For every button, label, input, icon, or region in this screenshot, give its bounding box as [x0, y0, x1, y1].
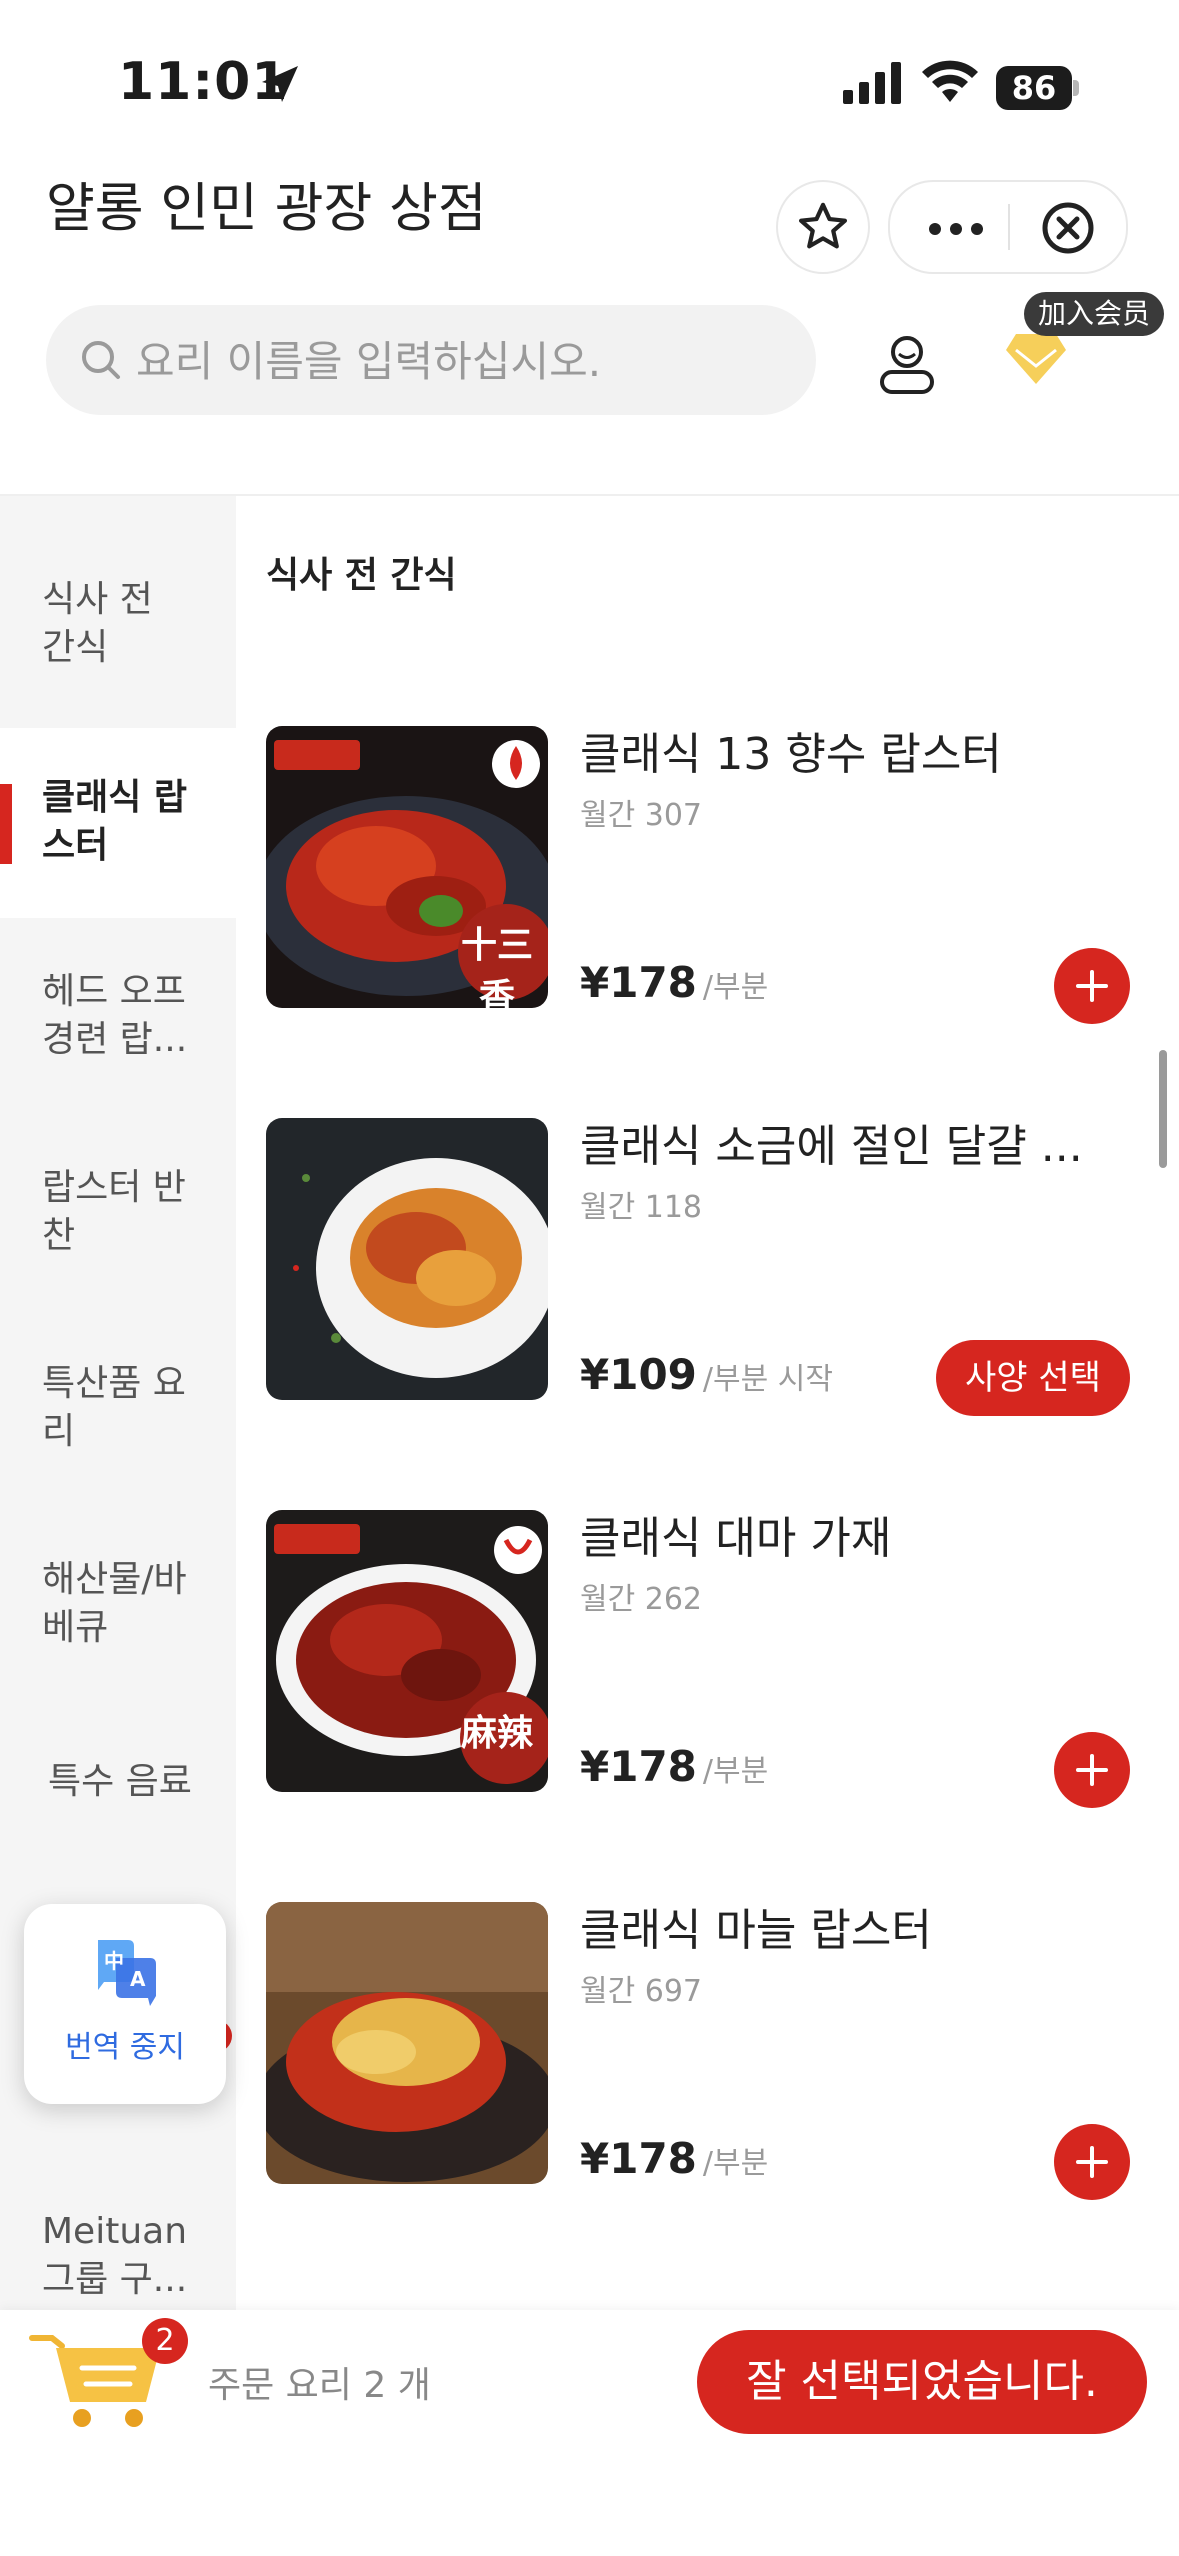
price-unit: /부분: [702, 970, 769, 1005]
dish-image[interactable]: [266, 1118, 548, 1400]
cellular-signal-icon: [843, 62, 901, 104]
star-icon: [798, 202, 848, 249]
dish-badge: 十三香: [460, 925, 533, 1018]
search-bar[interactable]: [46, 305, 816, 415]
dish-image-garlic-lobster: [266, 1902, 548, 2184]
sidebar-item-lobster-sides[interactable]: 랍스터 반찬: [0, 1164, 236, 1260]
dish-price: ¥178/부분: [580, 2134, 768, 2183]
dish-price: ¥178/부분: [580, 1742, 768, 1791]
sidebar-item-label: 식사 전 간식: [42, 579, 153, 668]
dish-monthly-sales: 월간 118: [580, 1190, 702, 1225]
svg-text:A: A: [130, 1967, 146, 1991]
currency-symbol: ¥: [580, 1742, 610, 1791]
price-value: 178: [609, 1742, 697, 1791]
plus-icon: [1076, 970, 1108, 1002]
more-icon[interactable]: [928, 222, 984, 236]
dish-price: ¥178/부분: [580, 958, 768, 1007]
favorite-button[interactable]: [776, 180, 870, 274]
checkout-button[interactable]: 잘 선택되었습니다.: [697, 2330, 1147, 2434]
add-to-cart-button[interactable]: [1054, 948, 1130, 1024]
profile-icon[interactable]: [878, 334, 936, 396]
sidebar-item-label: 헤드 오프 경련 랍...: [42, 971, 188, 1060]
battery-indicator: 86: [996, 66, 1072, 110]
translate-stop-label: 번역 중지: [65, 2030, 185, 2065]
dish-image-salted-egg: [266, 1118, 548, 1400]
price-value: 109: [609, 1350, 697, 1399]
search-icon: [82, 341, 120, 379]
sidebar-item-label: 특수 음료: [48, 1761, 192, 1802]
currency-symbol: ¥: [580, 1350, 610, 1399]
diamond-icon[interactable]: [1004, 330, 1068, 386]
scrollbar[interactable]: [1159, 1050, 1167, 1168]
translate-popup[interactable]: 中 A 번역 중지: [24, 1904, 226, 2104]
sidebar-item-headless-lobster[interactable]: 헤드 오프 경련 랍...: [0, 968, 236, 1064]
price-unit: /부분 시작: [702, 1362, 833, 1397]
plus-icon: [1076, 1754, 1108, 1786]
sidebar-item-specialty[interactable]: 특산품 요리: [0, 1360, 236, 1456]
sidebar-round-bottom: [0, 668, 236, 728]
price-unit: /부분: [702, 1754, 769, 1789]
mini-program-capsule: [888, 180, 1128, 274]
dish-monthly-sales: 월간 262: [580, 1582, 702, 1617]
sidebar-item-meituan[interactable]: Meituan 그룹 구...: [0, 2208, 236, 2304]
search-input[interactable]: [134, 325, 778, 397]
translate-icon: 中 A: [98, 1940, 156, 2006]
svg-text:中: 中: [104, 1949, 124, 1973]
battery-cap: [1073, 80, 1079, 96]
dish-badge: 麻辣: [460, 1713, 533, 1754]
add-to-cart-button[interactable]: [1054, 1732, 1130, 1808]
cart-summary-text: 주문 요리 2 개: [208, 2365, 431, 2406]
sidebar-item-classic-lobster[interactable]: 클래식 랍스터: [0, 774, 236, 870]
dish-image[interactable]: [266, 1902, 548, 2184]
price-unit: /부분: [702, 2146, 769, 2181]
price-value: 178: [609, 2134, 697, 2183]
sidebar-item-drinks[interactable]: 특수 음료: [0, 1758, 236, 1806]
plus-icon: [1076, 2146, 1108, 2178]
currency-symbol: ¥: [580, 2134, 610, 2183]
add-to-cart-button[interactable]: [1054, 2124, 1130, 2200]
sidebar-item-label: Meituan 그룹 구...: [42, 2211, 188, 2300]
sidebar-item-seafood-bbq[interactable]: 해산물/바베큐: [0, 1556, 236, 1652]
store-name: 얄롱 인민 광장 상점: [46, 178, 487, 239]
sidebar-item-label: 특산품 요리: [42, 1363, 186, 1452]
wifi-icon: [922, 60, 978, 102]
currency-symbol: ¥: [580, 958, 610, 1007]
join-member-badge[interactable]: 加入会员: [1024, 292, 1165, 336]
dish-name[interactable]: 클래식 13 향수 랍스터: [580, 718, 1002, 782]
capsule-divider: [1008, 204, 1010, 250]
section-title: 식사 전 간식: [266, 555, 457, 596]
dish-monthly-sales: 월간 697: [580, 1974, 702, 2009]
sidebar-item-label: 해산물/바베큐: [42, 1559, 187, 1648]
dish-name[interactable]: 클래식 소금에 절인 달걀 ...: [580, 1110, 1083, 1174]
cart-count-badge: 2: [142, 2318, 188, 2364]
dish-price: ¥109/부분 시작: [580, 1350, 833, 1399]
dish-monthly-sales: 월간 307: [580, 798, 702, 833]
dish-name[interactable]: 클래식 대마 가재: [580, 1502, 891, 1566]
price-value: 178: [609, 958, 697, 1007]
sidebar-item-snacks[interactable]: 식사 전 간식: [0, 576, 236, 672]
dish-name[interactable]: 클래식 마늘 랍스터: [580, 1894, 932, 1958]
close-icon[interactable]: [1040, 200, 1096, 256]
location-arrow-icon: [262, 66, 298, 102]
sidebar-item-label: 클래식 랍스터: [42, 777, 188, 866]
sidebar-item-label: 랍스터 반찬: [42, 1167, 186, 1256]
select-spec-button[interactable]: 사양 선택: [936, 1340, 1130, 1416]
